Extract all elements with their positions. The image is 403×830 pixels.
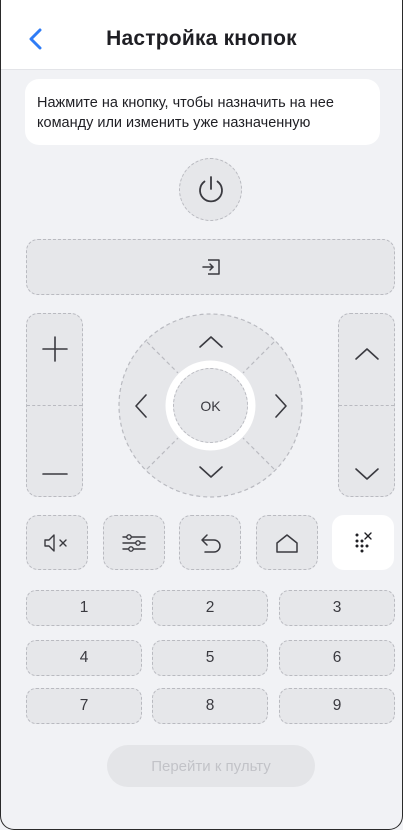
channel-rocker [338, 313, 395, 497]
chevron-up-icon [199, 336, 223, 348]
dpad-right-button[interactable] [259, 384, 303, 428]
page-title: Настройка кнопок [106, 27, 297, 50]
power-button[interactable] [179, 158, 242, 221]
number-button-4[interactable]: 4 [26, 640, 142, 676]
return-icon [201, 533, 221, 553]
hint-card: Нажмите на кнопку, чтобы назначить на не… [25, 79, 380, 145]
minus-icon [41, 473, 68, 475]
number-button-2[interactable]: 2 [152, 590, 268, 626]
chevron-right-icon [275, 394, 287, 418]
divider [339, 405, 394, 406]
number-button-5[interactable]: 5 [152, 640, 268, 676]
ok-button[interactable]: OK [173, 368, 248, 443]
input-source-button[interactable] [26, 239, 395, 295]
dpad-up-button[interactable] [189, 320, 233, 364]
home-button[interactable] [256, 515, 318, 570]
volume-rocker [26, 313, 83, 497]
plus-icon [41, 336, 68, 362]
number-button-1[interactable]: 1 [26, 590, 142, 626]
volume-up-button[interactable] [27, 324, 82, 374]
channel-down-button[interactable] [339, 454, 394, 494]
mute-button[interactable] [26, 515, 88, 570]
settings-sliders-icon [122, 533, 146, 552]
channel-up-button[interactable] [339, 334, 394, 374]
chevron-down-icon [354, 468, 379, 480]
number-button-8[interactable]: 8 [152, 688, 268, 724]
mute-icon [44, 533, 67, 552]
volume-down-button[interactable] [27, 454, 82, 494]
power-icon [198, 175, 223, 202]
numpad-button[interactable] [332, 515, 394, 570]
chevron-down-icon [199, 466, 223, 478]
go-to-remote-button[interactable]: Перейти к пульту [107, 745, 315, 787]
back-nav-button[interactable] [179, 515, 241, 570]
numpad-icon [355, 531, 372, 552]
number-button-9[interactable]: 9 [279, 688, 395, 724]
chevron-left-icon [135, 394, 147, 418]
input-source-icon [201, 259, 220, 275]
number-button-3[interactable]: 3 [279, 590, 395, 626]
settings-button[interactable] [103, 515, 165, 570]
dpad-down-button[interactable] [189, 450, 233, 494]
home-icon [276, 533, 298, 553]
number-button-7[interactable]: 7 [26, 688, 142, 724]
divider [27, 405, 82, 406]
chevron-up-icon [354, 348, 379, 360]
top-bar: Настройка кнопок [1, 0, 402, 70]
dpad-left-button[interactable] [119, 384, 163, 428]
number-button-6[interactable]: 6 [279, 640, 395, 676]
screen: Настройка кнопок Нажмите на кнопку, чтоб… [0, 0, 403, 830]
